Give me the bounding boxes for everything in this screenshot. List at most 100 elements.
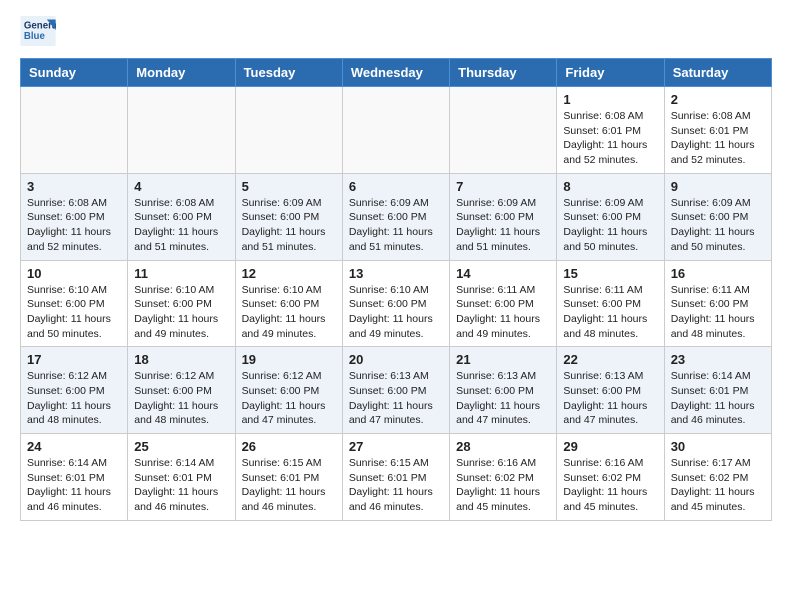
day-number: 28 xyxy=(456,439,550,454)
day-info: Sunrise: 6:11 AMSunset: 6:00 PMDaylight:… xyxy=(456,283,550,342)
day-info: Sunrise: 6:08 AMSunset: 6:00 PMDaylight:… xyxy=(27,196,121,255)
day-number: 17 xyxy=(27,352,121,367)
day-info: Sunrise: 6:08 AMSunset: 6:01 PMDaylight:… xyxy=(563,109,657,168)
day-cell: 13 Sunrise: 6:10 AMSunset: 6:00 PMDaylig… xyxy=(342,260,449,347)
day-info: Sunrise: 6:09 AMSunset: 6:00 PMDaylight:… xyxy=(456,196,550,255)
day-info: Sunrise: 6:10 AMSunset: 6:00 PMDaylight:… xyxy=(242,283,336,342)
day-cell: 18 Sunrise: 6:12 AMSunset: 6:00 PMDaylig… xyxy=(128,347,235,434)
logo: General Blue xyxy=(20,16,56,46)
day-info: Sunrise: 6:15 AMSunset: 6:01 PMDaylight:… xyxy=(349,456,443,515)
day-info: Sunrise: 6:13 AMSunset: 6:00 PMDaylight:… xyxy=(456,369,550,428)
day-number: 7 xyxy=(456,179,550,194)
header: General Blue xyxy=(20,16,772,46)
day-cell: 21 Sunrise: 6:13 AMSunset: 6:00 PMDaylig… xyxy=(450,347,557,434)
day-info: Sunrise: 6:16 AMSunset: 6:02 PMDaylight:… xyxy=(456,456,550,515)
day-cell: 3 Sunrise: 6:08 AMSunset: 6:00 PMDayligh… xyxy=(21,173,128,260)
day-info: Sunrise: 6:08 AMSunset: 6:00 PMDaylight:… xyxy=(134,196,228,255)
day-number: 27 xyxy=(349,439,443,454)
day-number: 9 xyxy=(671,179,765,194)
day-number: 23 xyxy=(671,352,765,367)
day-number: 24 xyxy=(27,439,121,454)
day-cell: 20 Sunrise: 6:13 AMSunset: 6:00 PMDaylig… xyxy=(342,347,449,434)
day-number: 14 xyxy=(456,266,550,281)
day-cell xyxy=(450,87,557,174)
day-number: 29 xyxy=(563,439,657,454)
week-row-4: 17 Sunrise: 6:12 AMSunset: 6:00 PMDaylig… xyxy=(21,347,772,434)
day-number: 6 xyxy=(349,179,443,194)
day-number: 4 xyxy=(134,179,228,194)
day-cell: 12 Sunrise: 6:10 AMSunset: 6:00 PMDaylig… xyxy=(235,260,342,347)
day-cell: 5 Sunrise: 6:09 AMSunset: 6:00 PMDayligh… xyxy=(235,173,342,260)
day-cell: 15 Sunrise: 6:11 AMSunset: 6:00 PMDaylig… xyxy=(557,260,664,347)
day-info: Sunrise: 6:12 AMSunset: 6:00 PMDaylight:… xyxy=(134,369,228,428)
day-info: Sunrise: 6:14 AMSunset: 6:01 PMDaylight:… xyxy=(671,369,765,428)
day-number: 22 xyxy=(563,352,657,367)
day-number: 3 xyxy=(27,179,121,194)
day-cell: 8 Sunrise: 6:09 AMSunset: 6:00 PMDayligh… xyxy=(557,173,664,260)
day-cell: 23 Sunrise: 6:14 AMSunset: 6:01 PMDaylig… xyxy=(664,347,771,434)
day-cell: 4 Sunrise: 6:08 AMSunset: 6:00 PMDayligh… xyxy=(128,173,235,260)
day-info: Sunrise: 6:12 AMSunset: 6:00 PMDaylight:… xyxy=(27,369,121,428)
day-info: Sunrise: 6:14 AMSunset: 6:01 PMDaylight:… xyxy=(134,456,228,515)
day-info: Sunrise: 6:14 AMSunset: 6:01 PMDaylight:… xyxy=(27,456,121,515)
day-number: 11 xyxy=(134,266,228,281)
day-info: Sunrise: 6:12 AMSunset: 6:00 PMDaylight:… xyxy=(242,369,336,428)
day-info: Sunrise: 6:17 AMSunset: 6:02 PMDaylight:… xyxy=(671,456,765,515)
day-cell: 1 Sunrise: 6:08 AMSunset: 6:01 PMDayligh… xyxy=(557,87,664,174)
day-info: Sunrise: 6:09 AMSunset: 6:00 PMDaylight:… xyxy=(563,196,657,255)
calendar-table: SundayMondayTuesdayWednesdayThursdayFrid… xyxy=(20,58,772,521)
day-info: Sunrise: 6:16 AMSunset: 6:02 PMDaylight:… xyxy=(563,456,657,515)
day-number: 16 xyxy=(671,266,765,281)
day-number: 13 xyxy=(349,266,443,281)
col-header-saturday: Saturday xyxy=(664,59,771,87)
day-cell xyxy=(235,87,342,174)
col-header-tuesday: Tuesday xyxy=(235,59,342,87)
col-header-monday: Monday xyxy=(128,59,235,87)
day-cell: 22 Sunrise: 6:13 AMSunset: 6:00 PMDaylig… xyxy=(557,347,664,434)
day-cell: 17 Sunrise: 6:12 AMSunset: 6:00 PMDaylig… xyxy=(21,347,128,434)
week-row-3: 10 Sunrise: 6:10 AMSunset: 6:00 PMDaylig… xyxy=(21,260,772,347)
day-number: 2 xyxy=(671,92,765,107)
svg-text:Blue: Blue xyxy=(24,31,46,42)
day-cell: 7 Sunrise: 6:09 AMSunset: 6:00 PMDayligh… xyxy=(450,173,557,260)
day-number: 30 xyxy=(671,439,765,454)
day-number: 5 xyxy=(242,179,336,194)
day-info: Sunrise: 6:08 AMSunset: 6:01 PMDaylight:… xyxy=(671,109,765,168)
day-info: Sunrise: 6:10 AMSunset: 6:00 PMDaylight:… xyxy=(27,283,121,342)
day-number: 25 xyxy=(134,439,228,454)
col-header-sunday: Sunday xyxy=(21,59,128,87)
day-number: 10 xyxy=(27,266,121,281)
col-header-friday: Friday xyxy=(557,59,664,87)
day-number: 20 xyxy=(349,352,443,367)
day-cell: 9 Sunrise: 6:09 AMSunset: 6:00 PMDayligh… xyxy=(664,173,771,260)
day-number: 26 xyxy=(242,439,336,454)
day-cell: 14 Sunrise: 6:11 AMSunset: 6:00 PMDaylig… xyxy=(450,260,557,347)
day-info: Sunrise: 6:10 AMSunset: 6:00 PMDaylight:… xyxy=(349,283,443,342)
week-row-2: 3 Sunrise: 6:08 AMSunset: 6:00 PMDayligh… xyxy=(21,173,772,260)
week-row-1: 1 Sunrise: 6:08 AMSunset: 6:01 PMDayligh… xyxy=(21,87,772,174)
day-cell: 19 Sunrise: 6:12 AMSunset: 6:00 PMDaylig… xyxy=(235,347,342,434)
logo-icon: General Blue xyxy=(20,16,56,46)
day-info: Sunrise: 6:09 AMSunset: 6:00 PMDaylight:… xyxy=(671,196,765,255)
day-info: Sunrise: 6:11 AMSunset: 6:00 PMDaylight:… xyxy=(563,283,657,342)
day-cell: 24 Sunrise: 6:14 AMSunset: 6:01 PMDaylig… xyxy=(21,434,128,521)
day-cell: 28 Sunrise: 6:16 AMSunset: 6:02 PMDaylig… xyxy=(450,434,557,521)
day-number: 1 xyxy=(563,92,657,107)
day-number: 18 xyxy=(134,352,228,367)
day-cell: 16 Sunrise: 6:11 AMSunset: 6:00 PMDaylig… xyxy=(664,260,771,347)
week-row-5: 24 Sunrise: 6:14 AMSunset: 6:01 PMDaylig… xyxy=(21,434,772,521)
day-number: 21 xyxy=(456,352,550,367)
day-cell xyxy=(342,87,449,174)
col-header-thursday: Thursday xyxy=(450,59,557,87)
day-number: 15 xyxy=(563,266,657,281)
calendar-header-row: SundayMondayTuesdayWednesdayThursdayFrid… xyxy=(21,59,772,87)
day-cell xyxy=(21,87,128,174)
day-cell: 26 Sunrise: 6:15 AMSunset: 6:01 PMDaylig… xyxy=(235,434,342,521)
day-cell: 11 Sunrise: 6:10 AMSunset: 6:00 PMDaylig… xyxy=(128,260,235,347)
day-info: Sunrise: 6:09 AMSunset: 6:00 PMDaylight:… xyxy=(349,196,443,255)
day-info: Sunrise: 6:10 AMSunset: 6:00 PMDaylight:… xyxy=(134,283,228,342)
day-cell: 30 Sunrise: 6:17 AMSunset: 6:02 PMDaylig… xyxy=(664,434,771,521)
day-cell: 10 Sunrise: 6:10 AMSunset: 6:00 PMDaylig… xyxy=(21,260,128,347)
day-cell: 2 Sunrise: 6:08 AMSunset: 6:01 PMDayligh… xyxy=(664,87,771,174)
day-number: 12 xyxy=(242,266,336,281)
